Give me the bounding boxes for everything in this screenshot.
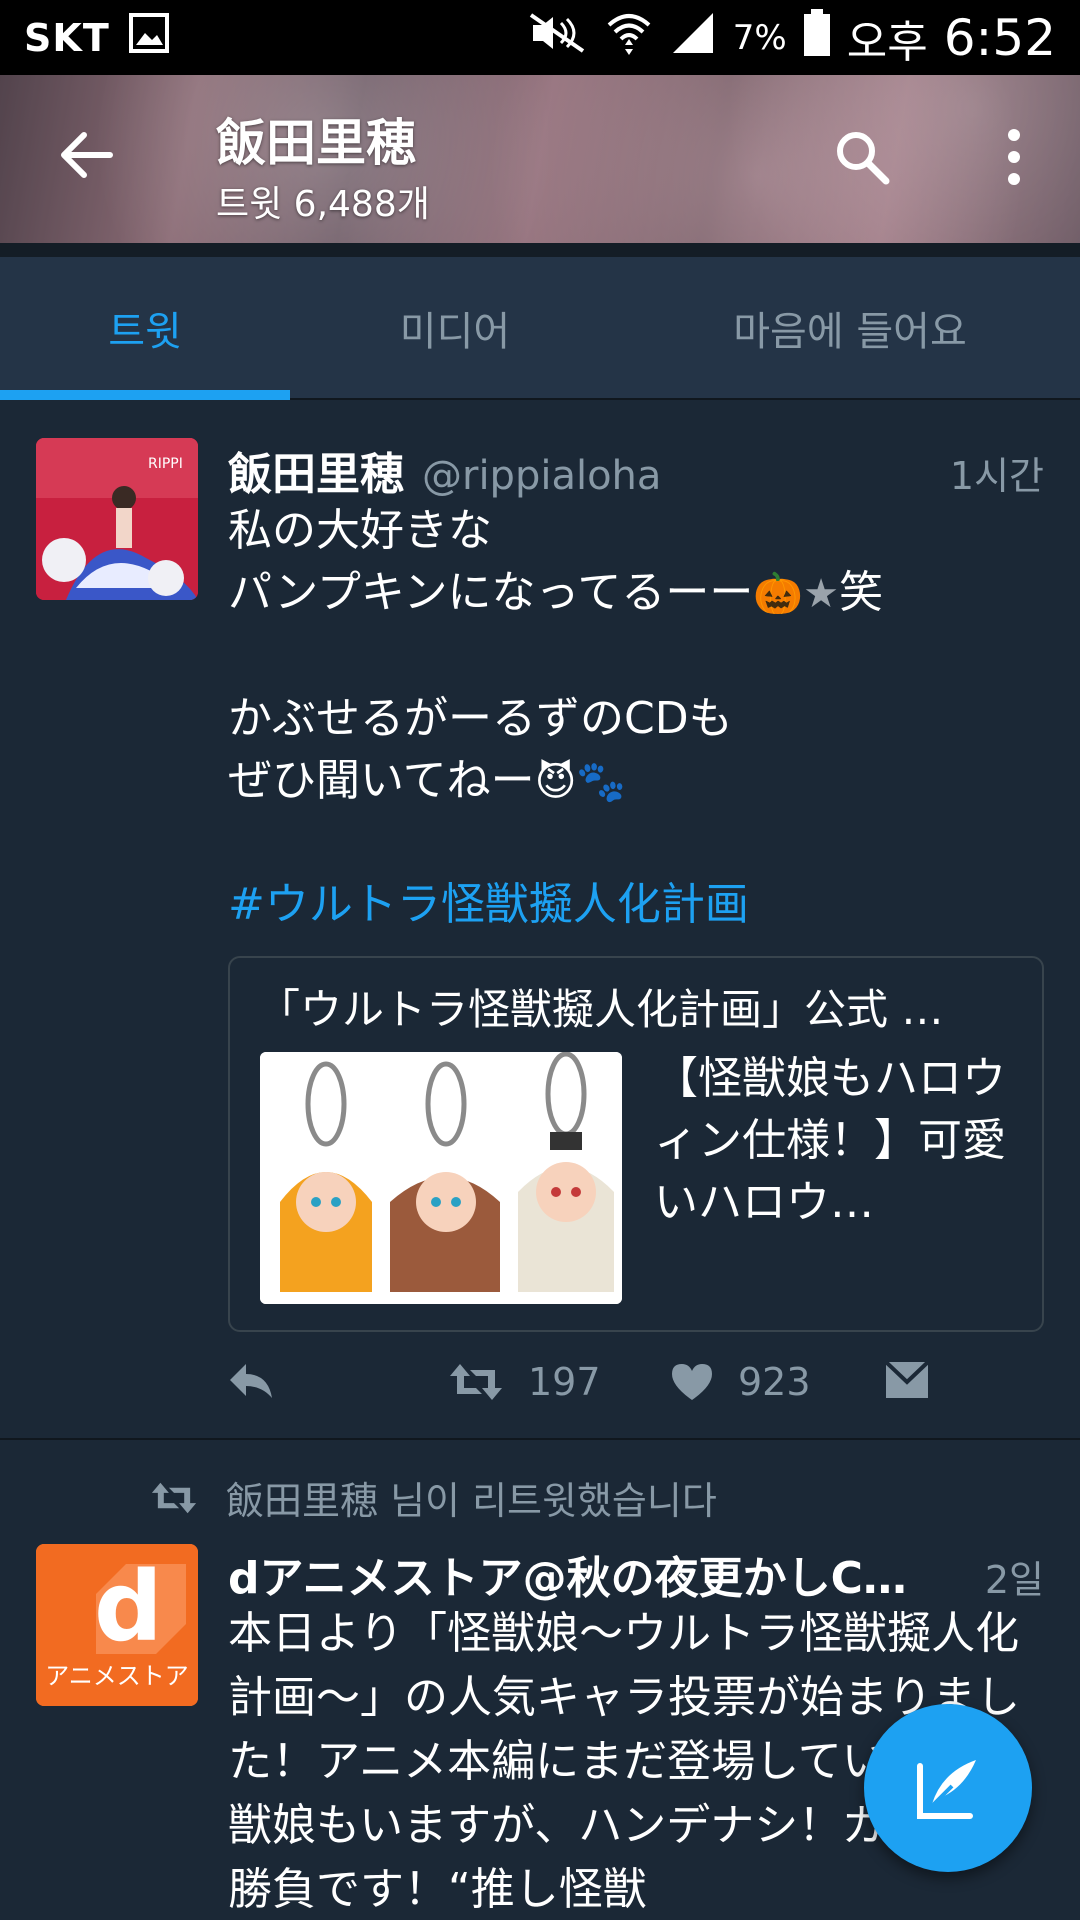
battery-percent: 7% <box>732 17 787 58</box>
tweet-text-segment: パンプキンになってるーー <box>228 567 754 618</box>
tweet-text-line: 私の大好きな <box>228 505 492 556</box>
reply-icon <box>230 1364 272 1398</box>
tweet-text-line: かぶせるがーるずのCDも <box>228 693 733 744</box>
tweet-count: 트윗 6,488개 <box>216 184 430 225</box>
card-description: 【怪獣娘もハロウィン仕様！】可愛いハロウ… <box>654 1053 1006 1228</box>
retweet-button[interactable]: 197 <box>448 1360 601 1404</box>
profile-tabs: 트윗 미디어 마음에 들어요 <box>0 257 1080 400</box>
envelope-icon <box>884 1360 930 1398</box>
avatar[interactable]: RIPPI <box>36 438 198 600</box>
compose-tweet-button[interactable] <box>864 1704 1032 1872</box>
tweet-text-segment: 笑 <box>839 567 884 618</box>
card-title: 「ウルトラ怪獣擬人化計画」公式 … <box>258 985 944 1034</box>
status-ampm: 오후 <box>846 16 928 68</box>
header-title: 飯田里穂 <box>216 114 416 172</box>
header-divider <box>0 243 1080 257</box>
devil-emoji-icon: 😈 <box>534 759 577 805</box>
reply-button[interactable] <box>228 1360 274 1400</box>
retweeted-by-label: 飯田里穂 님이 리트윗했습니다 <box>226 1479 717 1523</box>
back-button[interactable] <box>56 125 116 185</box>
like-button[interactable]: 923 <box>670 1360 811 1404</box>
active-tab-indicator <box>0 390 290 400</box>
signal-icon <box>669 11 717 65</box>
link-card[interactable]: 「ウルトラ怪獣擬人化計画」公式 … 【怪獣娘もハロウィン仕様！】可愛いハロウ… <box>228 956 1044 1332</box>
compose-quill-icon <box>917 1760 976 1819</box>
paw-prints-emoji-icon: 🐾 <box>576 759 627 805</box>
tweet[interactable]: RIPPI 飯田里穂 @rippialoha 1시간 私の大好きな パンプキンに… <box>0 400 1080 1440</box>
retweet-icon <box>151 1482 197 1513</box>
tab-media[interactable]: 미디어 <box>290 257 620 398</box>
profile-header: 飯田里穂 트윗 6,488개 <box>0 75 1080 243</box>
more-options-button[interactable] <box>996 125 1032 189</box>
search-button[interactable] <box>834 129 890 185</box>
author-name[interactable]: dアニメストア@秋の夜更かしC… <box>228 1542 907 1606</box>
tweet-time: 1시간 <box>949 454 1044 498</box>
status-time: 6:52 <box>943 8 1056 67</box>
retweet-count: 197 <box>528 1360 601 1404</box>
retweet-context: 飯田里穂 님이 리트윗했습니다 <box>150 1470 717 1525</box>
tweet-text-line: パンプキンになってるーー🎃★笑 <box>228 562 883 625</box>
tab-likes[interactable]: 마음에 들어요 <box>620 257 1080 398</box>
wifi-icon <box>605 9 653 67</box>
pumpkin-emoji-icon: 🎃 <box>753 571 804 617</box>
author-handle[interactable]: @rippialoha <box>422 453 661 499</box>
svg-text:RIPPI: RIPPI <box>148 456 183 472</box>
author-name[interactable]: 飯田里穂 <box>228 438 404 502</box>
card-thumbnail[interactable] <box>260 1052 622 1304</box>
svg-text:d: d <box>94 1551 163 1663</box>
back-arrow-icon <box>61 132 113 178</box>
star-emoji-icon: ★ <box>803 571 840 617</box>
tweet-text-line: ぜひ聞いてねー😈🐾 <box>228 750 626 813</box>
like-count: 923 <box>738 1360 811 1404</box>
tweet-actions: 197 923 <box>228 1360 1044 1430</box>
tweet-time: 2일 <box>984 1558 1044 1602</box>
gallery-notification-icon <box>128 12 170 64</box>
tab-tweets[interactable]: 트윗 <box>0 257 290 398</box>
avatar-label: アニメストア <box>45 1662 189 1690</box>
search-icon <box>837 132 890 185</box>
avatar[interactable]: d アニメストア <box>36 1544 198 1706</box>
tweet-text-segment: ぜひ聞いてねー <box>228 755 535 806</box>
hashtag-link[interactable]: #ウルトラ怪獣擬人化計画 <box>228 874 749 936</box>
retweet-icon <box>450 1364 502 1400</box>
battery-icon <box>803 8 831 67</box>
status-bar: SKT 7% 오후 6:52 <box>0 0 1080 75</box>
more-vertical-icon <box>1008 129 1020 185</box>
direct-message-button[interactable] <box>884 1360 930 1400</box>
heart-icon <box>672 1364 712 1400</box>
carrier-label: SKT <box>24 15 110 60</box>
mute-icon <box>525 11 589 65</box>
